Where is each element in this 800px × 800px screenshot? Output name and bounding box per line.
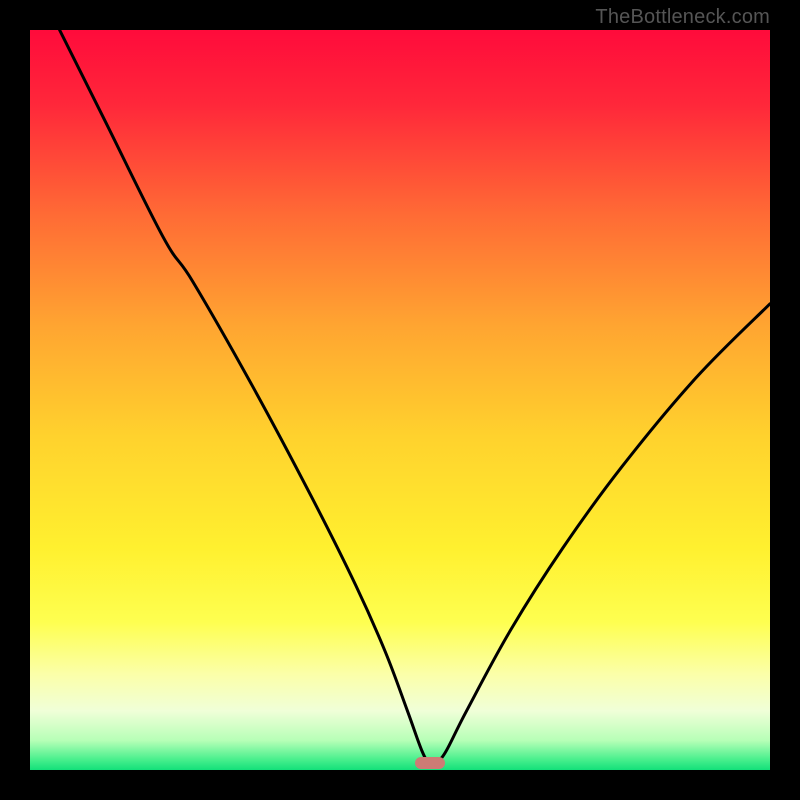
watermark-text: TheBottleneck.com — [595, 6, 770, 29]
bottleneck-curve — [30, 30, 770, 770]
chart-frame: TheBottleneck.com — [0, 0, 800, 800]
plot-area — [30, 30, 770, 770]
minimum-marker — [415, 757, 445, 769]
